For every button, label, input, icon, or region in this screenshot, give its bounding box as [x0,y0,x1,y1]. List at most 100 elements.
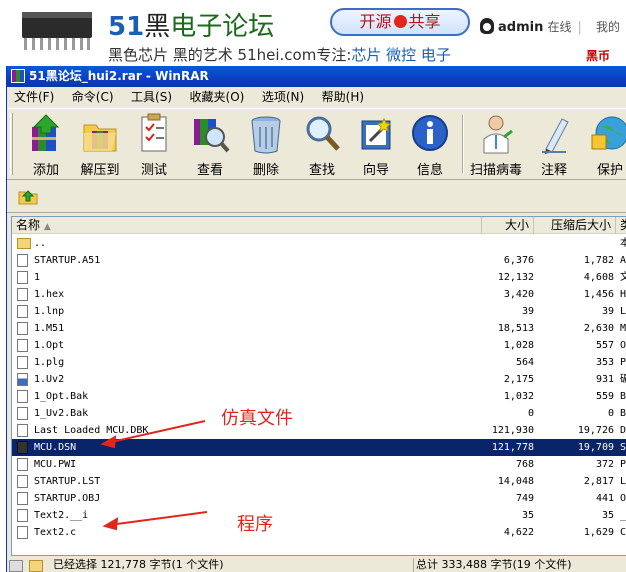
site-name[interactable]: 51黑电子论坛 [108,6,274,43]
file-icon [17,339,28,352]
key-icon[interactable] [29,560,43,572]
file-size: 39 [521,306,534,317]
table-row[interactable]: 1.lnp 39 39 LN [12,303,626,320]
file-packed-size: 19,726 [577,425,614,436]
extract-button[interactable]: 解压到 [73,113,127,178]
table-row[interactable]: MCU.PWI 768 372 PW [12,456,626,473]
coin-label: 黑币 [586,49,611,63]
file-packed-size: 557 [595,340,614,351]
table-row[interactable]: STARTUP.OBJ 749 441 OB [12,490,626,507]
table-row[interactable]: STARTUP.LST 14,048 2,817 LS [12,473,626,490]
info-button[interactable]: 信息 [403,113,457,178]
table-row[interactable]: 1.M51 18,513 2,630 M5 [12,320,626,337]
file-packed-size: 353 [595,357,614,368]
menu-bar: 文件(F) 命令(C) 工具(S) 收藏夹(O) 选项(N) 帮助(H) [7,87,626,107]
column-name[interactable]: 名称 ▲ [12,217,482,234]
file-packed-size: 559 [595,391,614,402]
file-icon [17,441,28,454]
file-name: 1.hex [34,289,65,300]
file-size: 12,132 [497,272,534,283]
test-icon [141,113,167,152]
menu-help[interactable]: 帮助(H) [315,87,371,107]
table-row[interactable]: .. 本 [12,235,626,252]
file-icon [17,424,28,437]
file-packed-size: 0 [607,408,614,419]
qq-penguin-icon [480,18,494,34]
user-status: admin 在线 | 我的 [480,18,620,35]
drive-icon[interactable] [9,560,23,572]
table-row[interactable]: 1_Uv2.Bak 0 0 BA [12,405,626,422]
table-row[interactable]: MCU.DSN 121,778 19,709 Se [12,439,626,456]
file-icon [17,458,28,471]
file-packed-size: 1,629 [583,527,614,538]
address-bar [7,181,626,213]
file-packed-size: 2,817 [583,476,614,487]
find-button[interactable]: 查找 [295,113,349,178]
menu-favorites[interactable]: 收藏夹(O) [183,87,252,107]
toolbar: 添加 解压到 测试 查看 删除 查找 向导 信息 扫描病毒 注释 保护 [7,108,626,180]
file-type: __ [620,510,626,521]
file-name: 1.M51 [34,323,65,334]
my-menu-link[interactable]: 我的 [596,20,620,34]
open-source-badge[interactable]: 开源 共享 [330,8,470,36]
file-icon [17,288,28,301]
table-row[interactable]: 1.hex 3,420 1,456 HE [12,286,626,303]
comment-button[interactable]: 注释 [527,113,581,178]
wizard-button[interactable]: 向导 [349,113,403,178]
menu-tools[interactable]: 工具(S) [124,87,179,107]
column-packed[interactable]: 压缩后大小 [534,217,616,234]
file-name: MCU.DSN [34,442,77,453]
file-list: 名称 ▲ 大小 压缩后大小 类 .. 本 STARTUP.A51 6,376 1,782… [11,216,626,556]
file-name: STARTUP.A51 [34,255,101,266]
file-type: M5 [620,323,626,334]
menu-options[interactable]: 选项(N) [255,87,311,107]
file-type: PL [620,357,626,368]
username-link[interactable]: admin [498,20,543,35]
test-button[interactable]: 测试 [127,113,181,178]
view-icon [194,119,230,153]
column-size[interactable]: 大小 [482,217,534,234]
file-size: 121,778 [491,442,534,453]
site-banner: 51黑电子论坛 黑色芯片 黑的艺术 51hei.com专注:芯片 微控 电子 开… [0,0,626,66]
file-list-header: 名称 ▲ 大小 压缩后大小 类 [12,217,626,234]
file-type: LN [620,306,626,317]
extract-icon [83,124,117,152]
up-folder-icon[interactable] [17,186,39,206]
annotation-simulation-file: 仿真文件 [221,408,293,429]
file-icon [17,254,28,267]
comment-icon [542,118,569,154]
menu-file[interactable]: 文件(F) [7,87,61,107]
table-row[interactable]: Last Loaded MCU.DBK 121,930 19,726 DB [12,422,626,439]
file-name: 1 [34,272,41,283]
table-row[interactable]: 1_Opt.Bak 1,032 559 BA [12,388,626,405]
table-row[interactable]: STARTUP.A51 6,376 1,782 A5 [12,252,626,269]
view-button[interactable]: 查看 [183,113,237,178]
file-name: 1_Opt.Bak [34,391,89,402]
add-button[interactable]: 添加 [19,113,73,178]
protect-button[interactable]: 保护 [583,113,626,178]
column-type[interactable]: 类 [616,217,626,234]
file-icon [17,322,28,335]
toolbar-grip[interactable] [10,113,13,175]
file-type: HE [620,289,626,300]
menu-commands[interactable]: 命令(C) [65,87,121,107]
table-row[interactable]: 1.plg 564 353 PL [12,354,626,371]
delete-button[interactable]: 删除 [239,113,293,178]
winrar-app-icon [11,69,25,83]
table-row[interactable]: 1 12,132 4,608 文 [12,269,626,286]
table-row[interactable]: Text2.c 4,622 1,629 C [12,524,626,541]
file-packed-size: 2,630 [583,323,614,334]
file-type: PW [620,459,626,470]
table-row[interactable]: 1.Uv2 2,175 931 礦 [12,371,626,388]
table-row[interactable]: 1.Opt 1,028 557 OP [12,337,626,354]
file-type: BA [620,408,626,419]
file-packed-size: 4,608 [583,272,614,283]
file-name: Text2.__i [34,510,89,521]
winrar-window: 51黑论坛_hui2.rar - WinRAR 文件(F) 命令(C) 工具(S… [6,66,626,572]
window-titlebar[interactable]: 51黑论坛_hui2.rar - WinRAR [7,66,626,87]
file-type: 礦 [620,371,626,388]
table-row[interactable]: Text2.__i 35 35 __ [12,507,626,524]
virus-scan-button[interactable]: 扫描病毒 [469,113,523,178]
file-size: 749 [515,493,534,504]
file-type: OP [620,340,626,351]
